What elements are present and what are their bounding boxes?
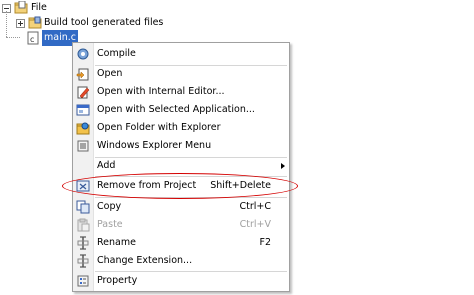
rename-icon (77, 236, 89, 250)
menu-item-open-selected-application[interactable]: Open with Selected Application... (73, 101, 289, 119)
remove-icon (76, 180, 90, 192)
menu-item-windows-explorer-menu[interactable]: Windows Explorer Menu (73, 137, 289, 155)
explorer-menu-icon (77, 140, 89, 152)
menu-item-label: Copy (97, 201, 122, 212)
paste-icon (77, 218, 90, 232)
menu-item-label: Open with Selected Application... (97, 104, 255, 115)
menu-item-label: Property (97, 275, 138, 286)
menu-item-label: Remove from Project (97, 180, 197, 191)
copy-icon (76, 200, 90, 214)
menu-item-label: Open with Internal Editor... (97, 86, 225, 97)
menu-item-label: Add (97, 160, 116, 171)
property-icon (77, 275, 89, 287)
menu-item-open-internal-editor[interactable]: Open with Internal Editor... (73, 83, 289, 101)
selected-application-icon (76, 104, 90, 116)
folder-icon (14, 1, 28, 14)
menu-item-paste[interactable]: Paste Ctrl+V (73, 216, 289, 234)
menu-item-label: Windows Explorer Menu (97, 140, 212, 151)
menu-item-open-folder-explorer[interactable]: Open Folder with Explorer (73, 119, 289, 137)
expand-toggle-icon[interactable] (16, 19, 25, 28)
tree-label-build-tool-files: Build tool generated files (44, 17, 164, 28)
open-icon (76, 68, 89, 81)
menu-item-property[interactable]: Property (73, 272, 289, 290)
menu-item-compile[interactable]: Compile (73, 45, 289, 63)
explorer-folder-icon (76, 122, 90, 135)
menu-item-label: Compile (97, 48, 136, 59)
menu-item-label: Change Extension... (97, 255, 193, 266)
c-file-icon: c (27, 31, 39, 45)
menu-item-rename[interactable]: Rename F2 (73, 234, 289, 252)
compile-icon (77, 48, 89, 60)
submenu-arrow-icon (281, 163, 285, 169)
tree-connector (6, 37, 20, 38)
tree-node-build-tool-files[interactable]: Build tool generated files (16, 15, 216, 31)
tree-label-file: File (31, 2, 47, 13)
internal-editor-icon (77, 86, 90, 99)
tree-connector (6, 11, 7, 37)
folder-icon (28, 16, 42, 29)
menu-item-label: Paste (97, 219, 123, 230)
menu-item-add[interactable]: Add (73, 157, 289, 175)
context-menu: Compile Open Open with Internal Editor..… (72, 42, 290, 292)
menu-item-label: Rename (97, 237, 136, 248)
menu-item-label: Open Folder with Explorer (97, 122, 221, 133)
menu-item-label: Open (97, 68, 123, 79)
menu-item-shortcut: Ctrl+C (239, 201, 272, 212)
svg-text:c: c (30, 35, 34, 44)
menu-item-change-extension[interactable]: Change Extension... (73, 252, 289, 270)
menu-item-shortcut: Shift+Delete (210, 180, 271, 191)
menu-item-copy[interactable]: Copy Ctrl+C (73, 198, 289, 216)
menu-item-shortcut: F2 (259, 237, 271, 248)
menu-item-remove-from-project[interactable]: Remove from Project Shift+Delete (73, 177, 289, 195)
change-extension-icon (77, 254, 89, 268)
tree-node-file[interactable]: File (0, 0, 120, 16)
menu-item-open[interactable]: Open (73, 65, 289, 83)
menu-item-shortcut: Ctrl+V (239, 219, 271, 230)
